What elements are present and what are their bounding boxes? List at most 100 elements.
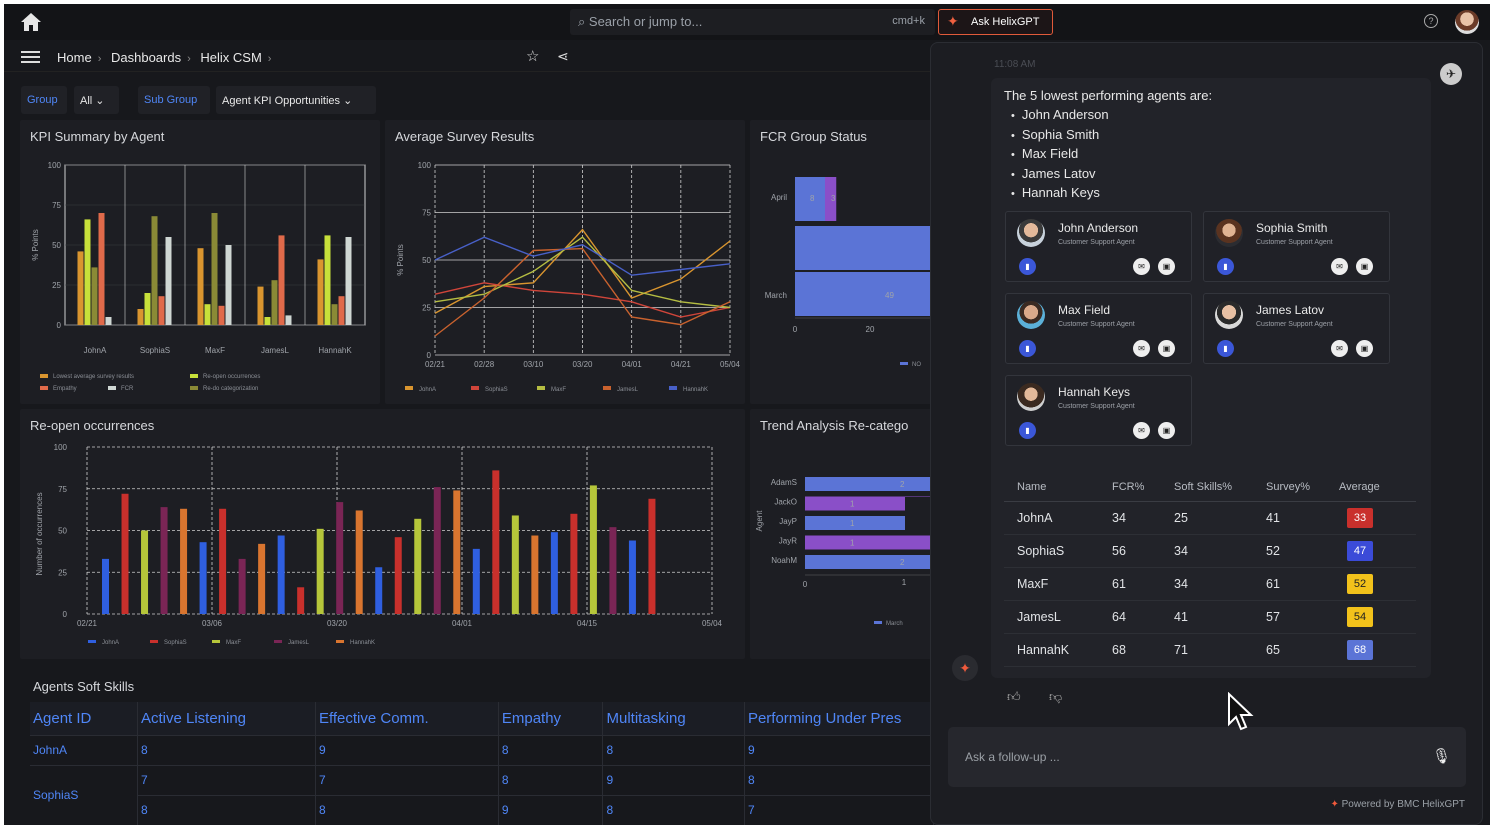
microphone-icon[interactable]: 🎙︎ xyxy=(1432,747,1451,765)
y-tick-label: 50 xyxy=(422,256,431,265)
legend-swatch xyxy=(190,386,198,390)
chart-icon[interactable]: ▮ xyxy=(1217,340,1234,357)
bar xyxy=(204,304,211,325)
x-tick-label: 02/21 xyxy=(425,360,446,369)
avatar xyxy=(1017,383,1045,411)
bar xyxy=(219,508,227,614)
thumbs-up-icon[interactable]: 👍︎ xyxy=(1007,689,1021,705)
bar xyxy=(472,548,480,614)
legend-swatch xyxy=(150,640,158,643)
kpi-summary-chart: 0 25 50 75 100 % Points JohnA SophiaS MaxF JamesL… xyxy=(31,161,366,392)
agent-card[interactable]: James Latov Customer Support Agent ▮ ✉ ▣ xyxy=(1203,293,1390,364)
bar xyxy=(271,280,278,325)
search-input[interactable]: ⌕ Search or jump to... cmd+k xyxy=(570,9,935,35)
breadcrumb-helix-csm[interactable]: Helix CSM xyxy=(200,50,261,65)
soft-skills-title: Agents Soft Skills xyxy=(33,679,135,694)
breadcrumb-bar: Home › Dashboards › Helix CSM › ☆ ⋖ xyxy=(4,40,934,72)
soft-cell: 34 xyxy=(1174,534,1266,568)
bar xyxy=(805,555,932,569)
teams-icon[interactable]: ▣ xyxy=(1158,258,1175,275)
email-icon[interactable]: ✉ xyxy=(1133,422,1150,439)
agent-card[interactable]: John Anderson Customer Support Agent ▮ ✉… xyxy=(1005,211,1192,282)
bar xyxy=(160,507,168,614)
home-icon[interactable] xyxy=(20,12,42,32)
bar xyxy=(570,513,578,614)
agent-card[interactable]: Max Field Customer Support Agent ▮ ✉ ▣ xyxy=(1005,293,1192,364)
teams-icon[interactable]: ▣ xyxy=(1356,258,1373,275)
agent-card[interactable]: Sophia Smith Customer Support Agent ▮ ✉ … xyxy=(1203,211,1390,282)
chart-icon[interactable]: ▮ xyxy=(1019,422,1036,439)
legend-swatch xyxy=(603,386,611,390)
table-row: SophiaS 56 34 52 47 xyxy=(1004,534,1416,568)
chart-icon[interactable]: ▮ xyxy=(1019,258,1036,275)
email-icon[interactable]: ✉ xyxy=(1331,258,1348,275)
share-icon[interactable]: ⋖ xyxy=(557,48,569,65)
breadcrumb-dashboards[interactable]: Dashboards xyxy=(111,50,181,65)
fcr-cell: 56 xyxy=(1112,534,1174,568)
pin-icon[interactable]: ✈ xyxy=(1440,63,1462,85)
table-row[interactable]: JohnA 8 9 8 8 9 xyxy=(30,734,935,765)
fcr-card: FCR Group Status April March 8 3 49 0 20 NO xyxy=(750,120,932,404)
y-tick-label: 100 xyxy=(48,161,62,170)
table-row[interactable]: SophiaS 7 7 8 9 8 xyxy=(30,764,935,825)
ask-helixgpt-button[interactable]: ✦ Ask HelixGPT xyxy=(938,9,1053,35)
y-tick-label: 25 xyxy=(52,281,61,290)
table-row[interactable]: 8 8 9 8 7 xyxy=(30,794,935,825)
followup-input[interactable]: Ask a follow-up ... 🎙︎ xyxy=(948,727,1466,787)
col-header: Name xyxy=(1004,473,1112,502)
agent-card[interactable]: Hannah Keys Customer Support Agent ▮ ✉ ▣ xyxy=(1005,375,1192,446)
soft-skills-table: Agent ID Active Listening Effective Comm… xyxy=(30,702,935,825)
chevron-down-icon: ⌄ xyxy=(343,95,353,107)
col-header[interactable]: Active Listening xyxy=(137,702,316,735)
subgroup-select[interactable]: Agent KPI Opportunities ⌄ xyxy=(216,86,376,114)
legend-swatch xyxy=(40,374,48,378)
email-icon[interactable]: ✉ xyxy=(1133,340,1150,357)
teams-icon[interactable]: ▣ xyxy=(1158,422,1175,439)
teams-icon[interactable]: ▣ xyxy=(1158,340,1175,357)
cell: 8 xyxy=(498,734,604,765)
y-tick-label: 75 xyxy=(58,485,67,494)
message-intro: The 5 lowest performing agents are: xyxy=(1004,88,1213,103)
cell: 8 xyxy=(744,764,935,795)
help-icon[interactable]: ? xyxy=(1424,14,1438,28)
chart-icon[interactable]: ▮ xyxy=(1217,258,1234,275)
bar xyxy=(141,530,149,614)
bar xyxy=(609,527,617,614)
menu-icon[interactable] xyxy=(21,51,40,63)
col-header[interactable]: Effective Comm. xyxy=(315,702,499,735)
email-icon[interactable]: ✉ xyxy=(1133,258,1150,275)
chart-icon[interactable]: ▮ xyxy=(1019,340,1036,357)
legend-swatch xyxy=(471,386,479,390)
name-cell: HannahK xyxy=(1004,633,1112,667)
agent-id: JohnA xyxy=(30,734,138,765)
star-icon[interactable]: ☆ xyxy=(526,47,539,65)
col-header[interactable]: Performing Under Pres xyxy=(744,702,935,735)
bar xyxy=(121,493,129,614)
data-label: 8 xyxy=(810,194,815,203)
x-tick-label: 05/04 xyxy=(702,619,723,628)
y-tick-label: 25 xyxy=(422,304,431,313)
col-header[interactable]: Multitasking xyxy=(602,702,745,735)
legend-swatch xyxy=(874,621,882,624)
bar xyxy=(105,317,112,325)
col-header: FCR% xyxy=(1112,473,1174,502)
col-header: Soft Skills% xyxy=(1174,473,1266,502)
list-item: Max Field xyxy=(1011,145,1109,165)
y-tick-label: 25 xyxy=(58,568,67,577)
group-select-value: All xyxy=(80,95,93,107)
legend-label: JohnA xyxy=(102,640,119,646)
email-icon[interactable]: ✉ xyxy=(1331,340,1348,357)
y-tick-label: 100 xyxy=(54,443,68,452)
bar xyxy=(77,251,84,325)
col-header[interactable]: Empathy xyxy=(498,702,604,735)
thumbs-down-icon[interactable]: 👎︎ xyxy=(1049,689,1062,705)
group-select[interactable]: All ⌄ xyxy=(74,86,119,114)
reopen-chart: 0 25 50 75 100 Number of occurrences 02/21 03/0… xyxy=(35,443,723,646)
cell: 9 xyxy=(602,764,745,795)
avatar[interactable] xyxy=(1455,10,1479,34)
col-header[interactable]: Agent ID xyxy=(30,702,138,735)
teams-icon[interactable]: ▣ xyxy=(1356,340,1373,357)
breadcrumb-home[interactable]: Home xyxy=(57,50,92,65)
data-label: 1 xyxy=(850,539,855,548)
survey-cell: 65 xyxy=(1266,633,1339,667)
